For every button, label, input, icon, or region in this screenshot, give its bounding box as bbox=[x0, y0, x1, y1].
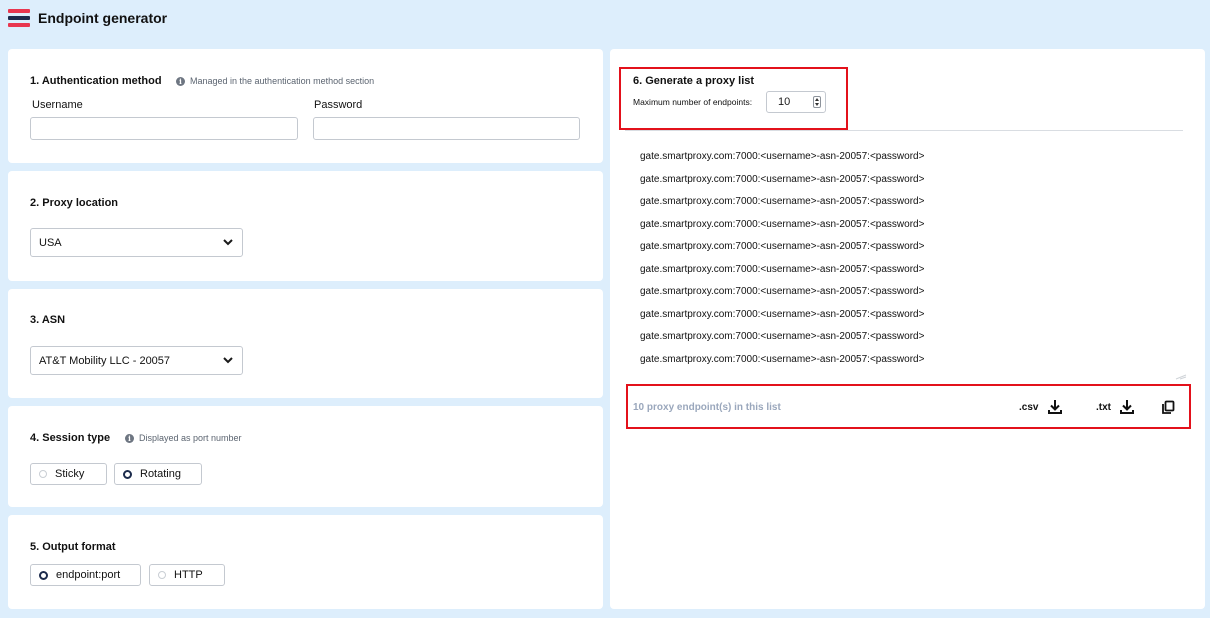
endpoint-count-text: 10 proxy endpoint(s) in this list bbox=[633, 402, 781, 413]
info-icon[interactable]: i bbox=[125, 433, 134, 443]
username-label: Username bbox=[32, 99, 83, 111]
number-spinner-icon[interactable] bbox=[813, 96, 821, 108]
location-card: 2. Proxy location USA bbox=[8, 171, 603, 281]
radio-unselected-icon bbox=[158, 571, 166, 579]
radio-unselected-icon bbox=[39, 470, 47, 478]
radio-selected-icon bbox=[39, 570, 48, 580]
password-label: Password bbox=[314, 99, 363, 111]
endpoint-row: gate.smartproxy.com:7000:<username>-asn-… bbox=[640, 241, 925, 252]
page-title: Endpoint generator bbox=[38, 10, 168, 26]
info-icon[interactable]: i bbox=[176, 76, 185, 86]
auth-section-title: 1. Authentication method bbox=[30, 75, 162, 87]
auth-card: 1. Authentication method i Managed in th… bbox=[8, 49, 603, 163]
session-option-label: Rotating bbox=[140, 468, 181, 480]
location-select[interactable]: USA bbox=[30, 228, 243, 257]
endpoint-row: gate.smartproxy.com:7000:<username>-asn-… bbox=[640, 151, 925, 162]
stacked-bars-logo-icon bbox=[8, 9, 30, 27]
generate-card bbox=[610, 49, 1205, 609]
session-option-rotating[interactable]: Rotating bbox=[114, 463, 202, 485]
divider bbox=[625, 130, 1183, 131]
location-select-value: USA bbox=[39, 236, 62, 249]
output-card: 5. Output format endpoint:port HTTP bbox=[8, 515, 603, 609]
session-option-sticky[interactable]: Sticky bbox=[30, 463, 107, 485]
output-option-http[interactable]: HTTP bbox=[149, 564, 225, 586]
endpoint-row: gate.smartproxy.com:7000:<username>-asn-… bbox=[640, 263, 925, 275]
session-section-title: 4. Session type bbox=[30, 432, 111, 444]
output-option-label: endpoint:port bbox=[56, 569, 121, 581]
output-option-label: HTTP bbox=[174, 569, 203, 581]
output-section-title: 5. Output format bbox=[30, 541, 116, 553]
endpoint-row: gate.smartproxy.com:7000:<username>-asn-… bbox=[640, 286, 925, 297]
endpoint-row: gate.smartproxy.com:7000:<username>-asn-… bbox=[640, 218, 925, 230]
download-icon[interactable] bbox=[1047, 399, 1063, 415]
chevron-down-icon bbox=[222, 355, 234, 367]
download-txt-label[interactable]: .txt bbox=[1096, 402, 1111, 413]
output-option-endpoint-port[interactable]: endpoint:port bbox=[30, 564, 141, 586]
download-icon[interactable] bbox=[1119, 399, 1135, 415]
resize-grip-icon[interactable] bbox=[1174, 374, 1188, 380]
radio-selected-icon bbox=[123, 469, 132, 479]
endpoint-row: gate.smartproxy.com:7000:<username>-asn-… bbox=[640, 308, 925, 320]
max-endpoints-input[interactable]: 10 bbox=[766, 91, 826, 113]
asn-select-value: AT&T Mobility LLC - 20057 bbox=[39, 354, 171, 367]
generate-section-title: 6. Generate a proxy list bbox=[633, 75, 755, 87]
endpoint-row: gate.smartproxy.com:7000:<username>-asn-… bbox=[640, 331, 925, 342]
endpoint-row: gate.smartproxy.com:7000:<username>-asn-… bbox=[640, 196, 925, 207]
max-endpoints-value: 10 bbox=[778, 96, 791, 108]
username-field[interactable] bbox=[30, 117, 298, 140]
session-card: 4. Session type i Displayed as port numb… bbox=[8, 406, 603, 507]
endpoint-row: gate.smartproxy.com:7000:<username>-asn-… bbox=[640, 173, 925, 185]
max-endpoints-label: Maximum number of endpoints: bbox=[633, 97, 753, 107]
endpoint-row: gate.smartproxy.com:7000:<username>-asn-… bbox=[640, 353, 925, 365]
chevron-down-icon bbox=[222, 237, 234, 249]
asn-select[interactable]: AT&T Mobility LLC - 20057 bbox=[30, 346, 243, 375]
password-field[interactable] bbox=[313, 117, 580, 140]
copy-icon[interactable] bbox=[1161, 400, 1177, 416]
asn-section-title: 3. ASN bbox=[30, 314, 66, 326]
download-csv-label[interactable]: .csv bbox=[1019, 402, 1038, 413]
auth-hint-text: Managed in the authentication method sec… bbox=[190, 76, 375, 86]
session-hint: i Displayed as port number bbox=[125, 433, 242, 443]
auth-hint: i Managed in the authentication method s… bbox=[176, 76, 374, 86]
session-option-label: Sticky bbox=[55, 468, 85, 480]
app-header: Endpoint generator bbox=[8, 6, 167, 30]
session-hint-text: Displayed as port number bbox=[139, 433, 242, 443]
asn-card: 3. ASN AT&T Mobility LLC - 20057 bbox=[8, 289, 603, 398]
location-section-title: 2. Proxy location bbox=[30, 197, 119, 209]
